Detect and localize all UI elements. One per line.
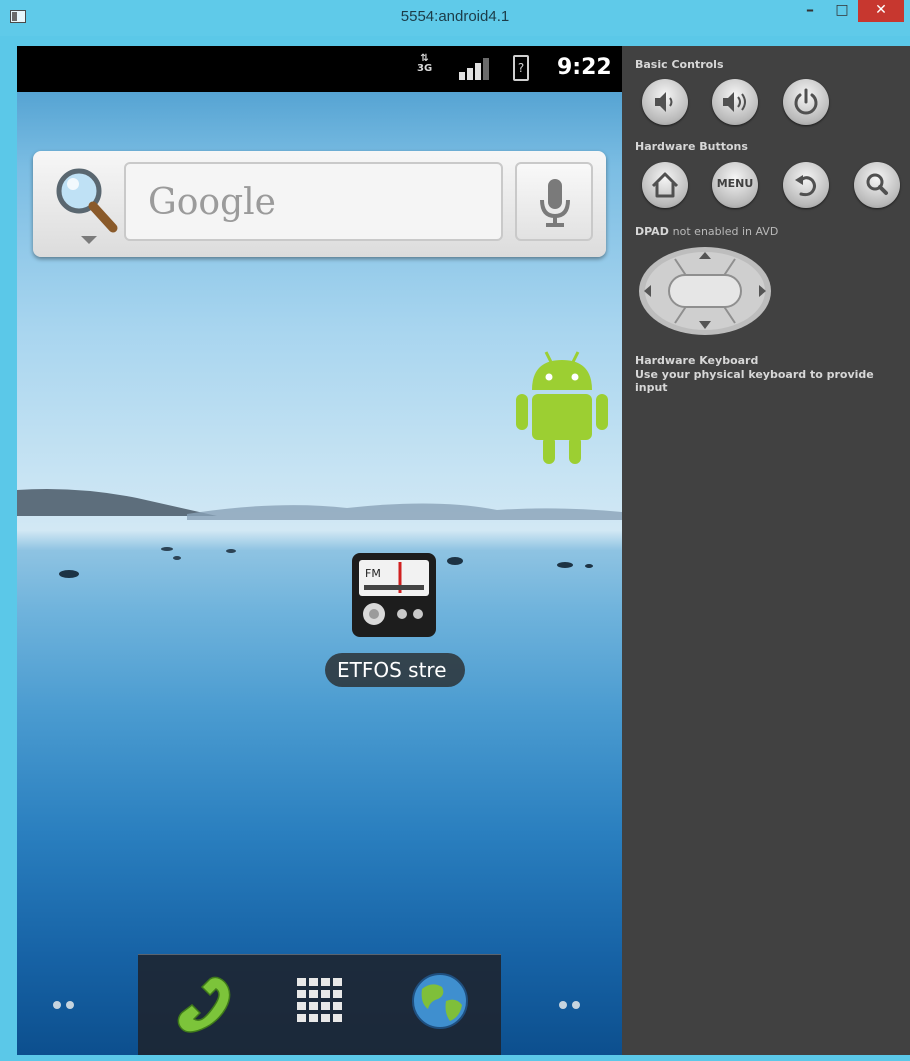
svg-text:FM: FM [365,567,381,580]
android-robot-icon[interactable] [510,346,614,466]
hardware-buttons-heading: Hardware Buttons [635,140,748,153]
hardware-keyboard-note: Use your physical keyboard to provide in… [635,368,874,394]
wallpaper-mountains [17,489,622,520]
volume-up-icon [723,92,746,112]
dpad-heading-label: DPAD [635,225,669,238]
wallpaper-rocks [59,547,593,578]
all-apps-icon[interactable] [297,978,343,1024]
phone-icon[interactable] [172,973,234,1035]
menu-button-label: MENU [716,177,754,190]
page-indicator-left[interactable] [53,1001,83,1011]
minimize-button[interactable]: – [796,0,824,22]
title-bar[interactable]: 5554:android4.1 – □ ✕ [0,0,910,36]
volume-up-button[interactable] [712,79,758,125]
hardware-keyboard-heading: Hardware Keyboard [635,354,759,367]
search-icon[interactable] [51,165,127,247]
app-label[interactable]: ETFOS stre [325,653,465,687]
power-icon [794,88,818,115]
back-button[interactable] [783,162,829,208]
window-title: 5554:android4.1 [400,8,510,25]
dpad-heading: DPAD not enabled in AVD [635,225,778,238]
maximize-button[interactable]: □ [828,0,856,22]
network-type-icon: ⇅ 3G [417,54,432,74]
google-search-widget[interactable]: Google [33,151,606,257]
voice-search-button[interactable] [515,162,593,241]
dpad-note: not enabled in AVD [672,225,779,238]
close-button[interactable]: ✕ [858,0,904,22]
home-button[interactable] [642,162,688,208]
search-input[interactable]: Google [124,162,503,241]
emulator-window: 5554:android4.1 – □ ✕ ⇅ 3G ? 9:22 Google… [0,0,910,1061]
volume-down-button[interactable] [642,79,688,125]
volume-down-icon [655,92,673,112]
status-clock: 9:22 [557,55,612,80]
browser-globe-icon[interactable] [410,971,470,1031]
microphone-icon [540,179,570,227]
controls-panel: Basic Controls Hardware Buttons MENU DPA… [622,46,910,1055]
network-type-label: 3G [417,63,433,74]
basic-controls-heading: Basic Controls [635,58,724,71]
power-button[interactable] [783,79,829,125]
search-placeholder: Google [148,182,276,223]
menu-button[interactable]: MENU [712,162,758,208]
home-icon [651,172,679,198]
status-bar[interactable]: ⇅ 3G ? 9:22 [17,46,622,92]
dpad-control[interactable] [637,245,773,337]
device-screen[interactable]: ⇅ 3G ? 9:22 Google FM ETFOS stre [17,46,622,1055]
fm-radio-app-icon[interactable]: FM [352,553,436,637]
search-icon [866,173,888,195]
back-icon [795,175,816,197]
battery-icon: ? [513,55,529,81]
search-button[interactable] [854,162,900,208]
page-indicator-right[interactable] [559,1001,589,1011]
signal-strength-icon [459,58,491,80]
